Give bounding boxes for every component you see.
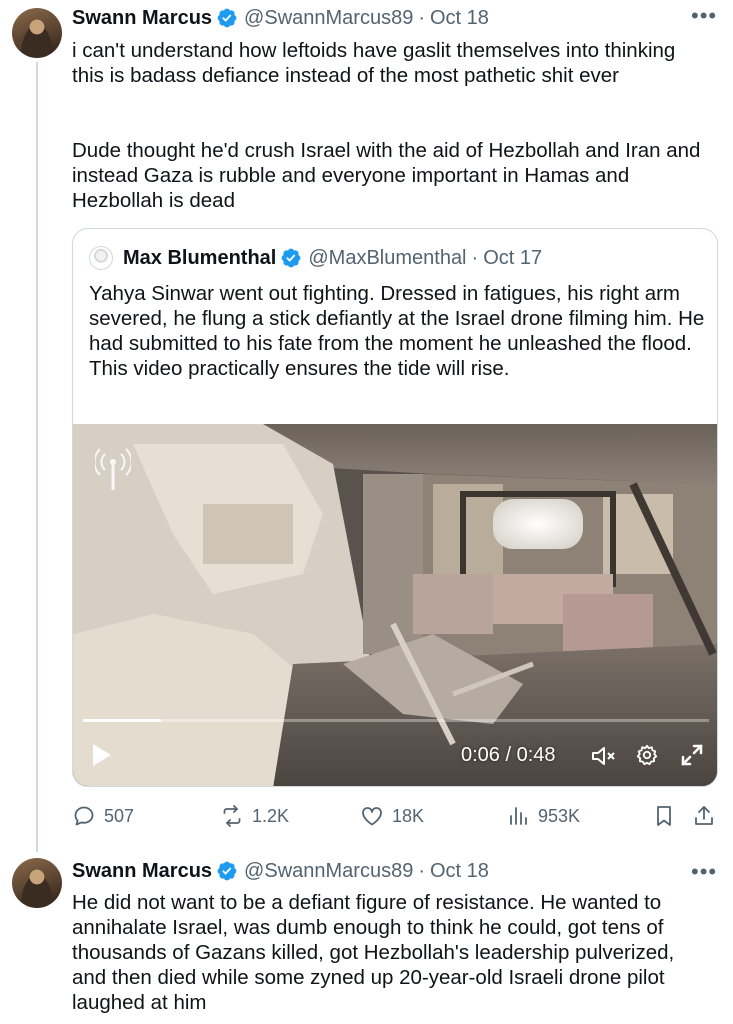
broadcast-signal-icon [95,448,131,490]
quoted-tweet-header: Max Blumenthal @MaxBlumenthal · Oct 17 [123,246,542,270]
video-progress-fill [83,719,162,722]
views-button[interactable]: 953K [506,800,580,832]
fullscreen-icon[interactable] [679,742,705,768]
tweet-date[interactable]: Oct 18 [430,860,489,883]
video-frame [73,424,717,786]
quoted-tweet[interactable]: Max Blumenthal @MaxBlumenthal · Oct 17 Y… [72,228,718,787]
reply-count: 507 [104,805,135,826]
quoted-tweet-date[interactable]: Oct 17 [483,247,542,270]
video-timecode: 0:06 / 0:48 [461,744,556,766]
settings-gear-icon[interactable] [636,744,658,766]
separator-dot: · [471,246,479,269]
muted-volume-icon[interactable] [591,745,617,767]
quoted-author-handle[interactable]: @MaxBlumenthal [308,247,466,270]
tweet-text: He did not want to be a defiant figure o… [72,891,675,1014]
reply-button[interactable]: 507 [72,800,134,832]
author-name[interactable]: Swann Marcus [72,860,212,883]
tweet-text-paragraph-1: i can't understand how leftoids have gas… [72,39,676,87]
tweet-header: Swann Marcus @SwannMarcus89 · Oct 18 [72,859,489,883]
separator-dot: · [418,859,425,882]
quoted-avatar[interactable] [89,246,113,270]
thread-connector-line [36,62,38,852]
share-icon [695,806,713,825]
share-button[interactable] [692,800,724,832]
tweet-text-paragraph-2: Dude thought he'd crush Israel with the … [72,139,701,212]
view-count: 953K [538,805,581,826]
tweet-action-bar: 507 1.2K 18K 953K [72,800,722,832]
play-icon[interactable] [91,742,113,768]
retweet-button[interactable]: 1.2K [220,800,289,832]
retweet-icon [223,805,241,827]
quoted-author-name[interactable]: Max Blumenthal [123,247,276,270]
author-handle[interactable]: @SwannMarcus89 [244,7,413,30]
avatar[interactable] [12,8,62,58]
more-options-icon[interactable]: ••• [691,861,717,883]
retweet-count: 1.2K [252,805,290,826]
more-options-icon[interactable]: ••• [691,5,717,27]
heart-icon [362,807,382,826]
reply-icon [74,806,94,826]
verified-badge-icon [217,8,237,28]
video-player[interactable]: 0:06 / 0:48 [73,424,717,786]
like-button[interactable]: 18K [360,800,424,832]
verified-badge-icon [281,248,301,268]
video-progress-bar[interactable] [83,719,709,722]
like-count: 18K [392,805,425,826]
tweet-header: Swann Marcus @SwannMarcus89 · Oct 18 [72,6,489,30]
bookmark-button[interactable] [652,800,684,832]
verified-badge-icon [217,861,237,881]
bookmark-icon [657,806,671,826]
author-handle[interactable]: @SwannMarcus89 [244,860,413,883]
avatar[interactable] [12,858,62,908]
tweet-date[interactable]: Oct 18 [430,7,489,30]
separator-dot: · [418,6,425,29]
author-name[interactable]: Swann Marcus [72,7,212,30]
views-bar-chart-icon [510,807,527,825]
quoted-tweet-text: Yahya Sinwar went out fighting. Dressed … [89,282,705,380]
